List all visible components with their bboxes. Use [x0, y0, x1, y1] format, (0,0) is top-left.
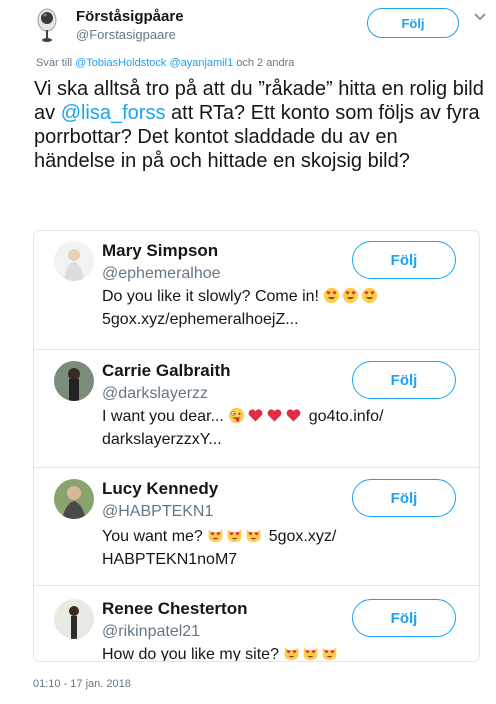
- follower-avatar[interactable]: [54, 241, 94, 281]
- zany-face-icon: [229, 407, 245, 424]
- follower-handle[interactable]: @ephemeralhoe: [102, 265, 221, 283]
- emoji-slot: [228, 407, 304, 425]
- follower-handle[interactable]: @HABPTEKN1: [102, 503, 213, 521]
- account-name[interactable]: Förståsigpåare: [76, 8, 184, 25]
- embedded-follower-list: Mary Simpson @ephemeralhoe Do you like i…: [33, 230, 480, 662]
- follower-name[interactable]: Lucy Kennedy: [102, 479, 218, 499]
- reply-prefix: Svar till: [36, 57, 76, 69]
- follower-name[interactable]: Renee Chesterton: [102, 599, 247, 619]
- cat-heart-eyes-icon: [227, 529, 242, 543]
- smiling-face-hearts-icon: [343, 287, 359, 304]
- follower-bio: You want me? 5gox.xyz/ HABPTEKN1noM7: [102, 525, 447, 571]
- bio-text: How do you like my site?: [102, 646, 284, 662]
- follower-avatar[interactable]: [54, 599, 94, 639]
- reply-suffix[interactable]: och 2 andra: [233, 57, 294, 69]
- emoji-slot: [207, 528, 264, 545]
- chevron-down-icon[interactable]: [473, 12, 487, 22]
- cat-heart-eyes-icon: [304, 647, 318, 661]
- follow-button[interactable]: Följ: [352, 599, 456, 637]
- follower-handle[interactable]: @rikinpatel21: [102, 623, 200, 641]
- follower-card: Renee Chesterton @rikinpatel21 How do yo…: [34, 585, 479, 662]
- follower-handle[interactable]: @darkslayerzz: [102, 385, 208, 403]
- follow-button[interactable]: Följ: [352, 479, 456, 517]
- cat-heart-eyes-icon: [208, 529, 223, 543]
- cat-heart-eyes-icon: [285, 647, 299, 661]
- follower-card: Carrie Galbraith @darkslayerzz I want yo…: [34, 349, 479, 468]
- red-heart-icon: [248, 409, 263, 422]
- bio-text: Do you like it slowly? Come in!: [102, 288, 324, 305]
- reply-mentions[interactable]: @TobiasHoldstock @ayanjamil1: [75, 57, 233, 69]
- follower-card: Lucy Kennedy @HABPTEKN1 You want me? 5go…: [34, 467, 479, 586]
- follower-avatar[interactable]: [54, 479, 94, 519]
- emoji-slot: [283, 646, 340, 661]
- red-heart-icon: [286, 409, 301, 422]
- bio-text: I want you dear...: [102, 408, 229, 425]
- follower-name[interactable]: Carrie Galbraith: [102, 361, 231, 381]
- reply-context: Svar till @TobiasHoldstock @ayanjamil1 o…: [36, 57, 294, 69]
- bio-after[interactable]: 5gox.xyz/ephemeralhoejZ...: [102, 311, 299, 328]
- follow-button[interactable]: Följ: [352, 361, 456, 399]
- follower-avatar[interactable]: [54, 361, 94, 401]
- tweet-text: Vi ska alltså tro på att du ”råkade” hit…: [34, 77, 484, 173]
- profile-avatar-egg[interactable]: [34, 8, 60, 44]
- cat-heart-eyes-icon: [323, 647, 337, 661]
- follower-card: Mary Simpson @ephemeralhoe Do you like i…: [34, 231, 479, 350]
- cat-heart-eyes-icon: [246, 529, 261, 543]
- follower-name[interactable]: Mary Simpson: [102, 241, 218, 261]
- account-handle[interactable]: @Forstasigpaare: [76, 27, 176, 42]
- red-heart-icon: [267, 409, 282, 422]
- follow-button[interactable]: Följ: [352, 241, 456, 279]
- emoji-slot: [323, 287, 380, 305]
- follower-bio: How do you like my site?: [102, 643, 447, 662]
- follower-bio: Do you like it slowly? Come in! 5gox.xyz…: [102, 285, 447, 331]
- bio-text: You want me?: [102, 528, 208, 545]
- tweet-header: Förståsigpåare @Forstasigpaare Följ: [0, 0, 496, 56]
- follower-bio: I want you dear... go4to.info/ darkslaye…: [102, 405, 447, 451]
- smiling-face-hearts-icon: [324, 287, 340, 304]
- tweet-timestamp[interactable]: 01:10 - 17 jan. 2018: [33, 678, 131, 690]
- follow-button[interactable]: Följ: [367, 8, 459, 38]
- smiling-face-hearts-icon: [362, 287, 378, 304]
- tweet-mention[interactable]: @lisa_forss: [61, 102, 166, 124]
